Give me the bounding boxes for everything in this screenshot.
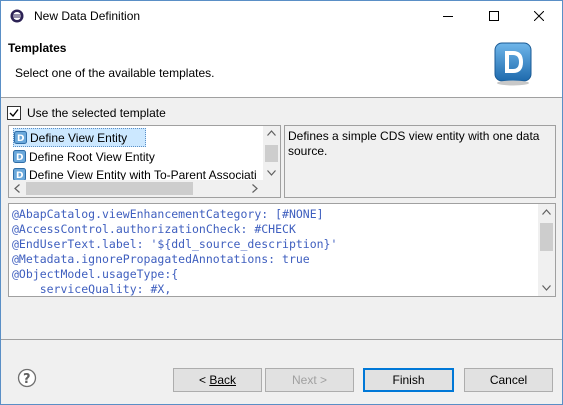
scroll-right-icon [252,184,258,193]
scrollbar-corner [263,180,280,197]
template-item-define-view-entity[interactable]: D Define View Entity [13,128,147,147]
window-title: New Data Definition [34,9,141,23]
use-template-label: Use the selected template [27,106,166,120]
scroll-up-icon [542,209,551,215]
close-button[interactable] [516,1,562,31]
back-label: Back [209,373,237,387]
template-preview-editor[interactable]: @AbapCatalog.viewEnhancementCategory: [#… [8,203,556,297]
code-line: @Metadata.ignorePropagatedAnnotations: t… [12,252,310,266]
next-label: Next > [291,373,327,387]
close-icon [534,11,544,21]
template-list-vertical-scrollbar[interactable] [263,126,280,180]
finish-label: Finish [392,373,425,387]
page-description: Select one of the available templates. [15,66,215,80]
minimize-button[interactable] [425,1,471,31]
next-button[interactable]: Next > [265,368,354,392]
template-list[interactable]: D Define View Entity D Define Root View … [8,125,281,198]
cancel-label: Cancel [489,373,528,387]
ddl-logo-icon [494,42,532,86]
template-item-define-root-view-entity[interactable]: D Define Root View Entity [13,148,155,165]
maximize-icon [489,11,499,21]
scroll-thumb[interactable] [26,182,193,195]
scroll-down-icon [267,170,276,176]
ddl-template-icon: D [14,131,27,144]
code-line: @AbapCatalog.viewEnhancementCategory: [#… [12,207,324,221]
finish-button[interactable]: Finish [363,368,454,392]
scroll-left-icon [14,184,20,193]
ddl-template-icon: D [13,150,26,163]
code-line: @ObjectModel.usageType:{ [12,267,179,281]
maximize-button[interactable] [471,1,517,31]
svg-text:D: D [16,153,23,163]
template-description-box: Defines a simple CDS view entity with on… [284,125,556,198]
dialog-window: New Data Definition Templates Select one… [0,0,563,405]
minimize-icon [443,16,453,17]
scroll-thumb[interactable] [265,145,278,162]
svg-text:D: D [17,134,24,144]
use-template-checkbox-row[interactable]: Use the selected template [7,106,166,120]
template-description: Defines a simple CDS view entity with on… [288,129,540,158]
back-button[interactable]: < Back [173,368,262,392]
code-line: serviceQuality: #X, [12,282,172,296]
scroll-thumb[interactable] [540,223,553,251]
title-bar: New Data Definition [1,1,562,31]
svg-text:?: ? [23,372,31,387]
footer-separator [1,339,562,340]
back-prefix: < [198,373,210,387]
code-line: @EndUserText.label: '${ddl_source_descri… [12,237,338,251]
cancel-button[interactable]: Cancel [464,368,553,392]
page-title: Templates [8,41,67,55]
eclipse-icon [10,9,24,23]
wizard-banner: Templates Select one of the available te… [1,31,562,98]
checkmark-icon [9,109,19,118]
scroll-up-icon [267,130,276,136]
preview-vertical-scrollbar[interactable] [538,204,555,296]
use-template-checkbox[interactable] [7,106,21,120]
template-item-label: Define Root View Entity [29,149,155,164]
template-item-label: Define View Entity [30,130,128,145]
template-list-horizontal-scrollbar[interactable] [9,180,263,197]
help-icon[interactable]: ? [17,368,37,388]
scroll-down-icon [542,285,551,291]
code-line: @AccessControl.authorizationCheck: #CHEC… [12,222,296,236]
